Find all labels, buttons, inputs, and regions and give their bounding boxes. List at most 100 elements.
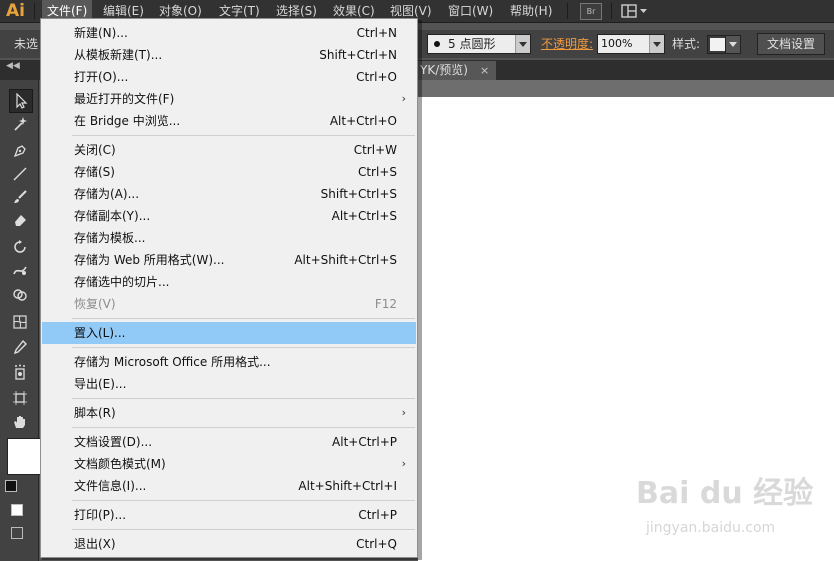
shortcut: Ctrl+N (356, 26, 397, 40)
menu-item-new[interactable]: 新建(N)... Ctrl+N (42, 22, 416, 44)
menu-item-save-for-web[interactable]: 存储为 Web 所用格式(W)... Alt+Shift+Ctrl+S (42, 249, 416, 271)
shortcut: Ctrl+W (353, 143, 397, 157)
bridge-button[interactable]: Br (580, 3, 602, 20)
opacity-label[interactable]: 不透明度: (541, 30, 593, 58)
brush-dot-icon (434, 41, 440, 47)
menubar-divider (611, 3, 612, 19)
menu-item-save[interactable]: 存储(S) Ctrl+S (42, 161, 416, 183)
menu-item-new-from-template[interactable]: 从模板新建(T)... Shift+Ctrl+N (42, 44, 416, 66)
menu-item-label: 文件信息(I)... (74, 479, 147, 493)
menu-item-save-copy[interactable]: 存储副本(Y)... Alt+Ctrl+S (42, 205, 416, 227)
menu-item-file-info[interactable]: 文件信息(I)... Alt+Shift+Ctrl+I (42, 475, 416, 497)
app-logo: Ai (6, 1, 25, 21)
menu-item-export[interactable]: 导出(E)... (42, 373, 416, 395)
workspace-switcher-icon[interactable] (621, 3, 649, 19)
fill-mode-icon[interactable] (11, 504, 23, 516)
shortcut: Alt+Shift+Ctrl+I (298, 479, 397, 493)
menu-item-save-as-template[interactable]: 存储为模板... (42, 227, 416, 249)
shortcut: Alt+Shift+Ctrl+S (294, 253, 397, 267)
menu-item-label: 关闭(C) (74, 143, 116, 157)
menu-item-document-setup[interactable]: 文档设置(D)... Alt+Ctrl+P (42, 431, 416, 453)
menu-item-label: 退出(X) (74, 537, 116, 551)
tools-panel (0, 80, 39, 561)
artboard-tool-icon[interactable] (9, 387, 31, 409)
menu-item-browse-bridge[interactable]: 在 Bridge 中浏览... Alt+Ctrl+O (42, 110, 416, 132)
eraser-icon[interactable] (9, 209, 31, 231)
menu-item-label: 文档颜色模式(M) (74, 457, 166, 471)
chevron-down-icon[interactable] (725, 36, 740, 53)
menu-item-label: 置入(L)... (74, 326, 126, 340)
style-select[interactable] (707, 35, 741, 54)
menu-separator (72, 398, 415, 399)
menu-help[interactable]: 帮助(H) (505, 0, 557, 22)
close-icon[interactable]: × (480, 61, 489, 80)
menu-item-label: 存储为 Web 所用格式(W)... (74, 253, 225, 267)
default-fill-stroke-icon[interactable] (5, 480, 17, 492)
pen-tool-icon[interactable] (9, 140, 31, 162)
line-tool-icon[interactable] (9, 163, 31, 185)
menu-window[interactable]: 窗口(W) (443, 0, 498, 22)
menu-item-label: 在 Bridge 中浏览... (74, 114, 181, 128)
menu-item-save-selected-slices[interactable]: 存储选中的切片... (42, 271, 416, 293)
paintbrush-icon[interactable] (9, 186, 31, 208)
style-swatch (710, 38, 726, 51)
menu-item-close[interactable]: 关闭(C) Ctrl+W (42, 139, 416, 161)
warp-tool-icon[interactable] (9, 259, 31, 281)
mesh-tool-icon[interactable] (9, 311, 31, 333)
menu-item-label: 存储为模板... (74, 231, 146, 245)
menu-item-open[interactable]: 打开(O)... Ctrl+O (42, 66, 416, 88)
draw-mode-icon[interactable] (11, 527, 23, 539)
shortcut: Ctrl+S (357, 165, 397, 179)
menu-item-label: 打开(O)... (74, 70, 129, 84)
shortcut: Shift+Ctrl+N (319, 48, 397, 62)
collapse-panel-icon[interactable]: ◀◀ (6, 60, 20, 72)
chevron-down-icon[interactable] (515, 35, 530, 53)
document-tab[interactable]: YK/预览) × (418, 61, 496, 80)
menu-item-label: 存储为(A)... (74, 187, 140, 201)
pasteboard (418, 80, 834, 97)
magic-wand-icon[interactable] (9, 113, 31, 135)
menu-separator (72, 427, 415, 428)
menu-item-label: 存储(S) (74, 165, 115, 179)
fill-swatch[interactable] (7, 438, 43, 475)
shortcut: Shift+Ctrl+S (320, 187, 397, 201)
menu-item-label: 最近打开的文件(F) (74, 92, 175, 106)
brush-definition-select[interactable]: 5 点圆形 (427, 34, 531, 54)
opacity-input[interactable]: 100% (597, 34, 665, 54)
file-menu-dropdown: 新建(N)... Ctrl+N 从模板新建(T)... Shift+Ctrl+N 打… (40, 18, 418, 558)
menu-item-print[interactable]: 打印(P)... Ctrl+P (42, 504, 416, 526)
shortcut: Alt+Ctrl+P (332, 435, 397, 449)
shortcut: F12 (374, 297, 397, 311)
chevron-down-icon[interactable] (649, 35, 664, 53)
shortcut: Ctrl+P (358, 508, 397, 522)
submenu-arrow-icon: › (401, 406, 406, 419)
shape-builder-icon[interactable] (9, 284, 31, 306)
selection-tool-icon[interactable] (9, 89, 33, 113)
menubar-divider (567, 3, 568, 19)
eyedropper-icon[interactable] (9, 336, 31, 358)
menu-separator (72, 347, 415, 348)
submenu-arrow-icon: › (401, 92, 406, 105)
menu-item-recent-files[interactable]: 最近打开的文件(F) › (42, 88, 416, 110)
shortcut: Alt+Ctrl+S (331, 209, 397, 223)
submenu-arrow-icon: › (401, 457, 406, 470)
menu-item-exit[interactable]: 退出(X) Ctrl+Q (42, 533, 416, 555)
menu-item-document-color-mode[interactable]: 文档颜色模式(M) › (42, 453, 416, 475)
selection-status: 未选 (14, 37, 39, 51)
shortcut: Ctrl+Q (356, 537, 397, 551)
symbol-sprayer-icon[interactable] (9, 361, 31, 383)
shortcut: Ctrl+O (356, 70, 397, 84)
menu-item-save-as[interactable]: 存储为(A)... Shift+Ctrl+S (42, 183, 416, 205)
menu-item-save-ms-office[interactable]: 存储为 Microsoft Office 所用格式... (42, 351, 416, 373)
menu-item-label: 导出(E)... (74, 377, 127, 391)
menu-item-place[interactable]: 置入(L)... (42, 322, 416, 344)
menu-separator (72, 529, 415, 530)
rotate-tool-icon[interactable] (9, 236, 31, 258)
menu-item-label: 脚本(R) (74, 406, 116, 420)
document-setup-button[interactable]: 文档设置 (757, 33, 825, 55)
watermark-logo: Bai du 经验 (636, 476, 814, 511)
style-label: 样式: (672, 37, 701, 51)
menu-item-scripts[interactable]: 脚本(R) › (42, 402, 416, 424)
hand-tool-icon[interactable] (9, 411, 31, 433)
menu-item-label: 恢复(V) (74, 297, 116, 311)
